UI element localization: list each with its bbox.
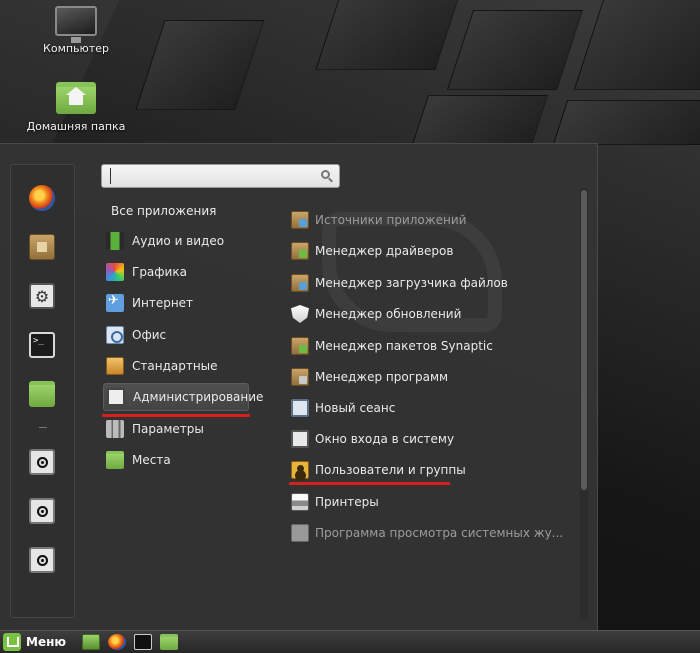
login-window-icon <box>291 430 309 448</box>
app-label: Менеджер загрузчика файлов <box>315 276 508 290</box>
app-label: Менеджер пакетов Synaptic <box>315 339 493 353</box>
app-list-scrollbar[interactable] <box>580 188 588 620</box>
desktop-icon-label: Компьютер <box>43 42 109 55</box>
category-label: Графика <box>132 265 187 279</box>
software-sources-icon <box>291 211 309 229</box>
desktop-icon-home-folder[interactable]: Домашняя папка <box>16 82 136 133</box>
firefox-icon[interactable] <box>29 185 55 211</box>
app-users-groups[interactable]: Пользователи и группы <box>286 456 576 484</box>
internet-icon <box>106 293 124 312</box>
category-label: Аудио и видео <box>132 234 225 248</box>
show-desktop-icon[interactable] <box>82 634 101 650</box>
app-system-log[interactable]: Программа просмотра системных жу... <box>286 519 576 547</box>
places-icon <box>106 451 124 469</box>
app-label: Менеджер обновлений <box>315 307 462 321</box>
terminal-icon[interactable]: >_ <box>29 332 55 358</box>
app-list: Источники приложений Менеджер драйверов … <box>286 204 580 624</box>
highlight-underline <box>289 482 450 485</box>
favorites-bar: ⚙ >_ <box>10 164 75 618</box>
wallpaper-tile <box>411 95 549 145</box>
wallpaper-tile <box>135 20 265 110</box>
app-printers[interactable]: Принтеры <box>286 488 576 516</box>
app-label: Программа просмотра системных жу... <box>315 526 564 540</box>
category-office[interactable]: Офис <box>103 321 275 349</box>
category-internet[interactable]: Интернет <box>103 289 275 317</box>
category-label: Офис <box>132 328 167 342</box>
category-label: Места <box>132 453 171 467</box>
system-settings-icon[interactable]: ⚙ <box>29 283 55 309</box>
app-login-window[interactable]: Окно входа в систему <box>286 425 576 453</box>
app-label: Источники приложений <box>315 213 467 227</box>
menu-button-label: Меню <box>26 635 67 649</box>
desktop-icon-label: Домашняя папка <box>26 120 126 133</box>
app-software-sources[interactable]: Источники приложений <box>286 206 576 234</box>
search-input[interactable] <box>110 168 310 184</box>
home-folder-icon <box>56 82 96 114</box>
menu-button[interactable]: Меню <box>0 631 66 653</box>
lock-screen-icon[interactable] <box>29 449 55 475</box>
app-label: Менеджер драйверов <box>315 244 454 258</box>
category-label: Параметры <box>132 422 204 436</box>
upload-manager-icon <box>291 274 309 292</box>
category-audio-video[interactable]: Аудио и видео <box>103 227 275 255</box>
search-box[interactable] <box>101 164 340 188</box>
app-software-manager[interactable]: Менеджер программ <box>286 363 576 391</box>
wallpaper-tile <box>447 10 583 90</box>
category-label: Интернет <box>132 296 194 310</box>
app-update-manager[interactable]: Менеджер обновлений <box>286 300 576 328</box>
wallpaper-tile <box>573 0 700 90</box>
shutdown-icon[interactable] <box>29 547 55 573</box>
software-manager-icon <box>291 368 309 386</box>
app-synaptic[interactable]: Менеджер пакетов Synaptic <box>286 332 576 360</box>
new-session-icon <box>291 399 309 417</box>
folder-icon[interactable] <box>160 634 179 650</box>
mint-logo-icon <box>3 633 21 651</box>
category-administration[interactable]: Администрирование <box>103 383 263 411</box>
folder-icon[interactable] <box>29 381 55 407</box>
administration-icon <box>107 388 125 406</box>
category-accessories[interactable]: Стандартные <box>103 352 275 380</box>
app-new-session[interactable]: Новый сеанс <box>286 394 576 422</box>
printers-icon <box>291 493 309 511</box>
app-label: Менеджер программ <box>315 370 449 384</box>
preferences-icon <box>106 420 124 438</box>
app-label: Пользователи и группы <box>315 463 466 477</box>
logout-icon[interactable] <box>29 498 55 524</box>
category-label: Администрирование <box>133 390 264 404</box>
office-icon <box>106 326 124 344</box>
wallpaper-tile <box>552 100 700 145</box>
graphics-icon <box>106 263 124 281</box>
system-log-icon <box>291 524 309 542</box>
bottom-panel: Меню <box>0 630 700 653</box>
app-driver-manager[interactable]: Менеджер драйверов <box>286 237 576 265</box>
firefox-icon[interactable] <box>108 634 127 650</box>
category-places[interactable]: Места <box>103 446 275 474</box>
wallpaper-tile <box>315 0 465 70</box>
favorites-separator <box>39 427 47 428</box>
app-upload-manager[interactable]: Менеджер загрузчика файлов <box>286 269 576 297</box>
synaptic-icon <box>291 337 309 355</box>
driver-manager-icon <box>291 242 309 260</box>
app-label: Окно входа в систему <box>315 432 455 446</box>
package-manager-icon[interactable] <box>29 234 55 260</box>
application-menu: ⚙ >_ Все приложения Аудио и видео График… <box>0 143 598 630</box>
computer-icon <box>55 6 97 43</box>
scrollbar-thumb[interactable] <box>581 190 587 490</box>
audio-video-icon <box>106 232 124 250</box>
category-graphics[interactable]: Графика <box>103 258 275 286</box>
accessories-icon <box>106 357 124 375</box>
terminal-icon[interactable] <box>134 634 153 650</box>
app-label: Новый сеанс <box>315 401 396 415</box>
update-manager-icon <box>291 305 309 323</box>
category-preferences[interactable]: Параметры <box>103 415 275 443</box>
app-label: Принтеры <box>315 495 379 509</box>
category-all-apps[interactable]: Все приложения <box>111 204 216 218</box>
search-icon[interactable] <box>321 170 330 179</box>
desktop-icon-computer[interactable]: Компьютер <box>16 6 136 55</box>
category-label: Стандартные <box>132 359 218 373</box>
users-groups-icon <box>291 461 309 479</box>
panel-launchers <box>82 634 179 650</box>
